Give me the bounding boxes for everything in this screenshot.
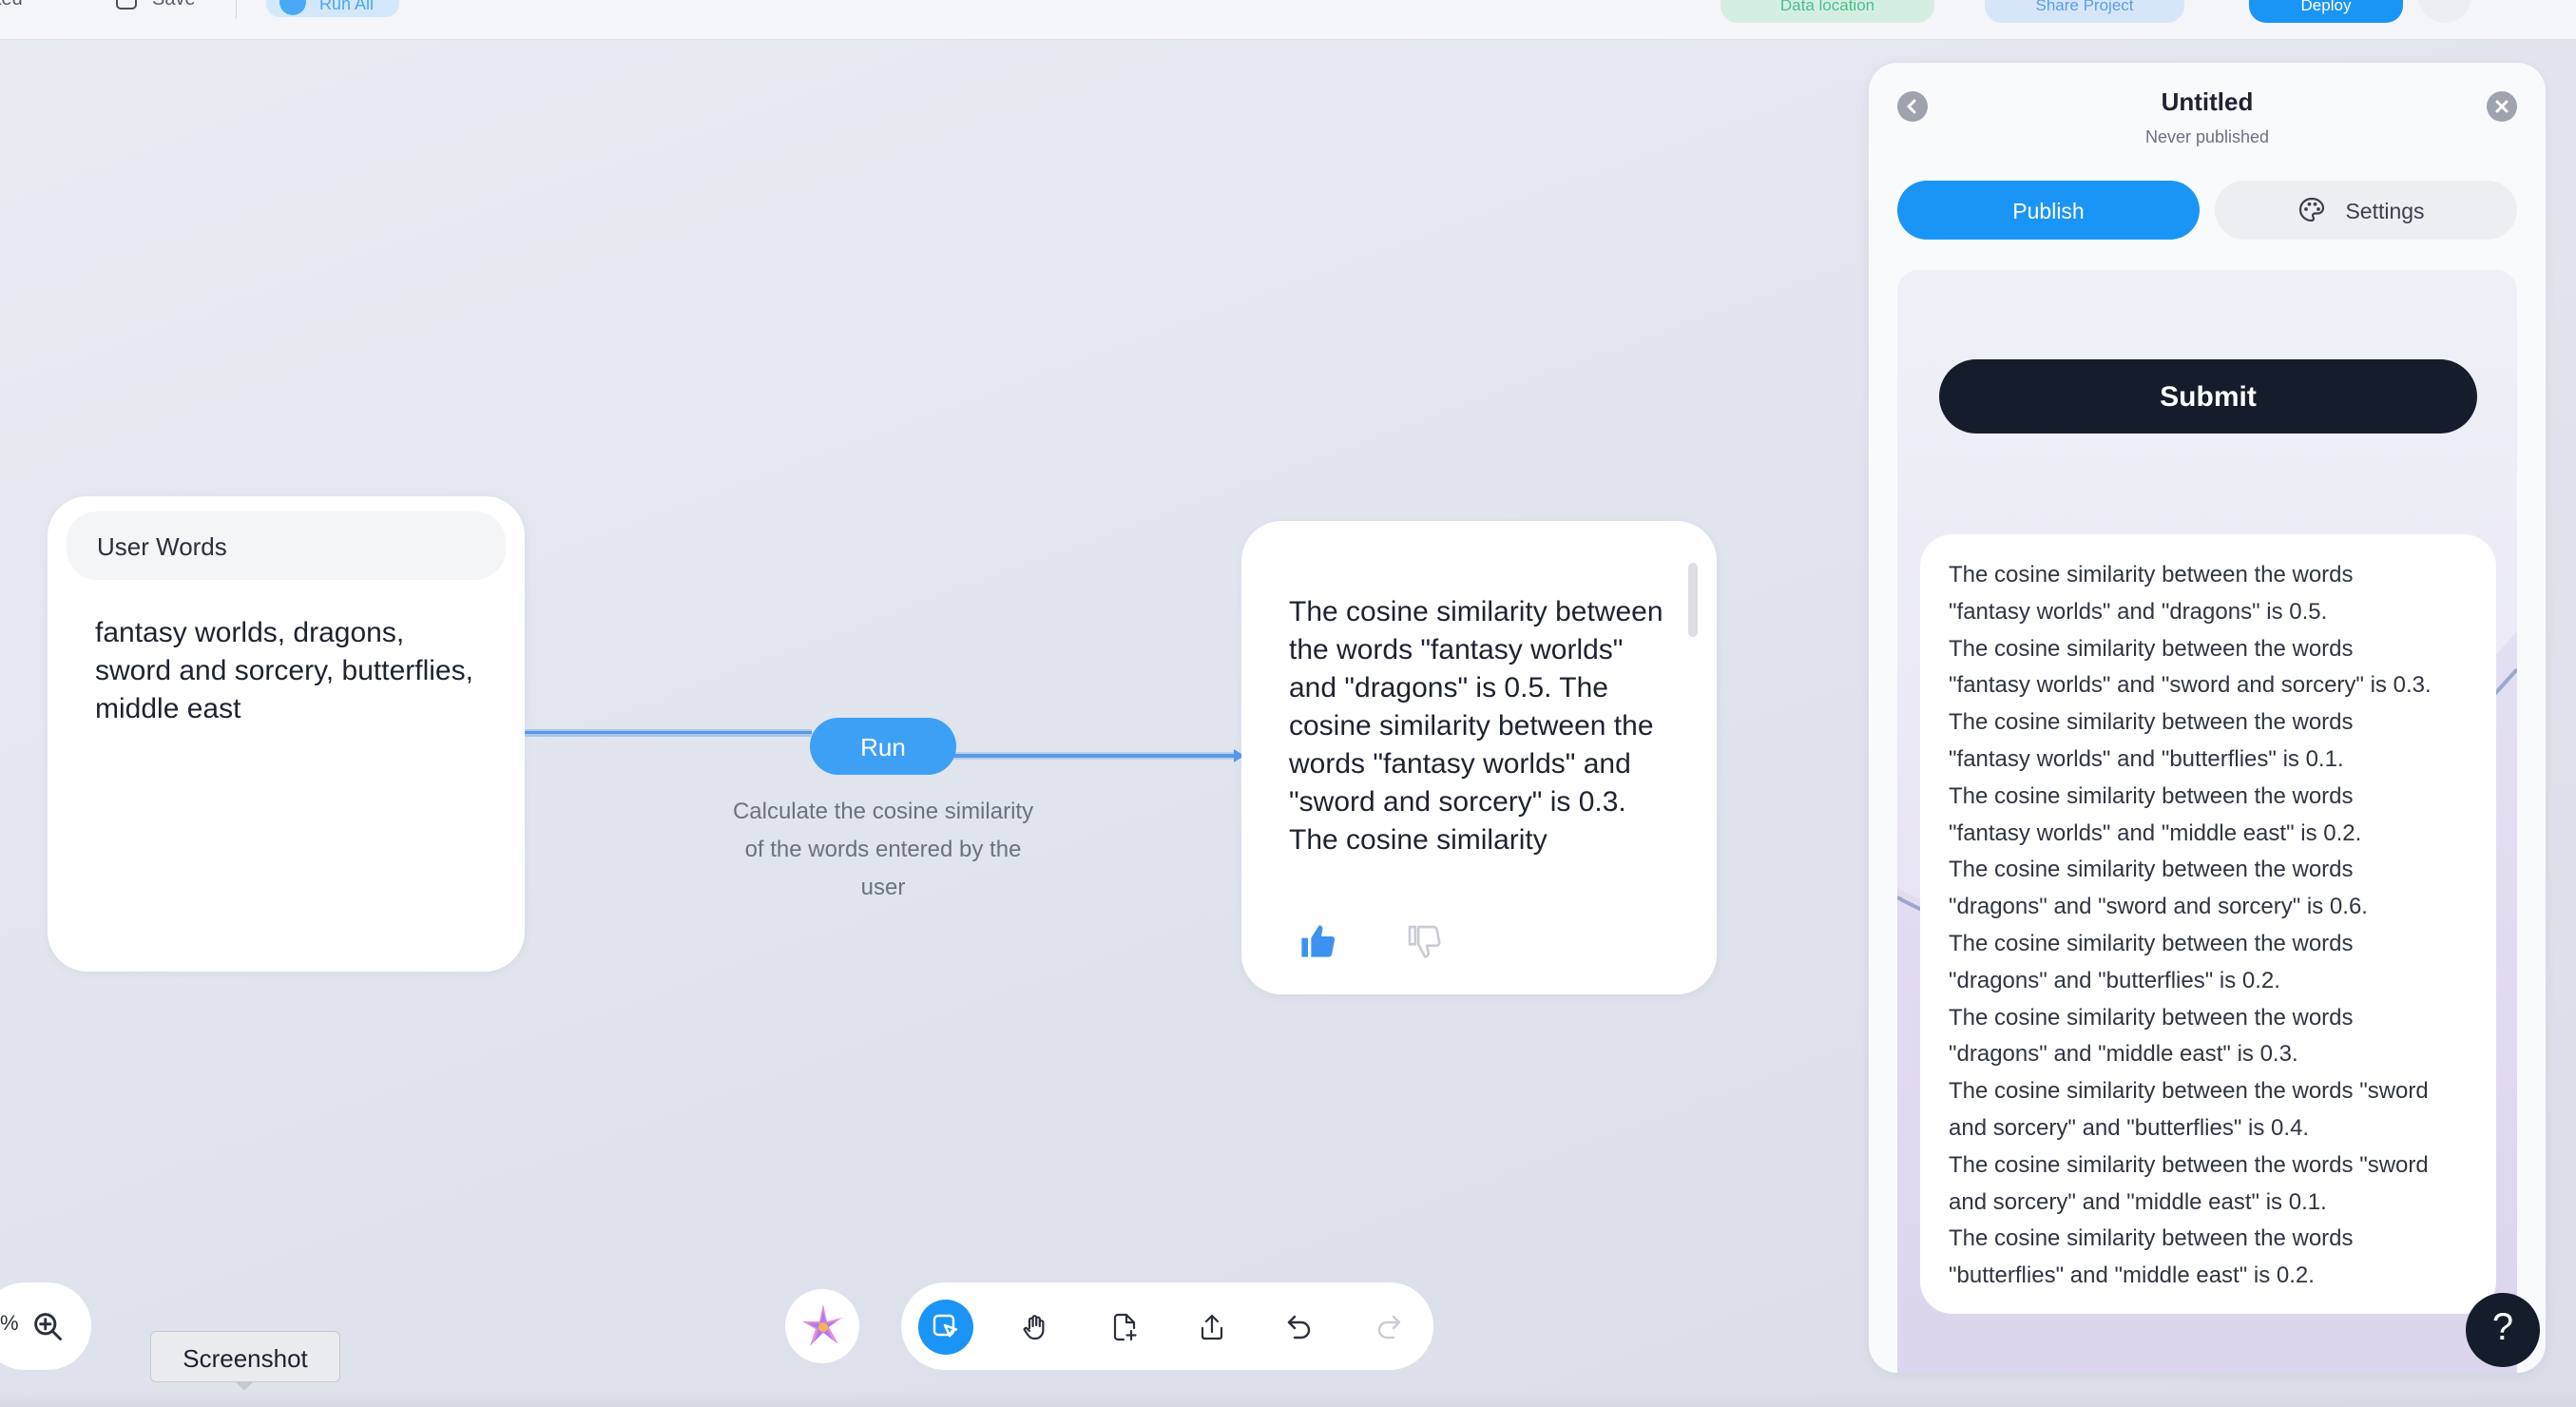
help-button[interactable]: ? [2466, 1293, 2540, 1367]
export-button[interactable] [1184, 1300, 1240, 1355]
deploy-button[interactable]: Deploy [2249, 0, 2403, 23]
result-line: The cosine similarity between the words [1949, 635, 2354, 662]
zoom-control: % [0, 1282, 91, 1370]
result-line: "fantasy worlds" and "middle east" is 0.… [1949, 819, 2362, 846]
result-line: "fantasy worlds" and "dragons" is 0.5. [1949, 598, 2328, 625]
result-line: "dragons" and "butterflies" is 0.2. [1949, 967, 2280, 993]
run-all-label: Run All [319, 0, 375, 13]
run-button[interactable]: Run [810, 718, 956, 775]
pan-tool-button[interactable] [1008, 1300, 1063, 1355]
hand-icon [1023, 1315, 1045, 1340]
screenshot-tooltip: Screenshot [150, 1331, 340, 1382]
share-project-button[interactable]: Share Project [1985, 0, 2184, 23]
top-toolbar: ted Save Run All Data location Share Pro… [0, 0, 2576, 40]
save-button-label[interactable]: Save [152, 0, 196, 10]
thumbs-down-icon[interactable] [1405, 922, 1443, 960]
deploy-label: Deploy [2300, 0, 2352, 14]
result-line: The cosine similarity between the words … [1949, 1078, 2429, 1105]
sparkle-logo-icon [802, 1304, 842, 1346]
zoom-in-icon[interactable] [30, 1309, 65, 1343]
save-icon[interactable] [116, 0, 137, 10]
run-all-button[interactable]: Run All [266, 0, 399, 17]
input-node-value[interactable]: fantasy worlds, dragons, sword and sorce… [95, 614, 475, 728]
tab-publish[interactable]: Publish [1897, 181, 2200, 240]
avatar[interactable] [2418, 0, 2471, 23]
input-node-title: User Words [67, 511, 506, 580]
result-line: and sorcery" and "middle east" is 0.1. [1949, 1188, 2327, 1215]
window-bottom-edge [0, 1390, 2576, 1407]
canvas-toolbar [901, 1282, 1433, 1370]
result-line: "fantasy worlds" and "butterflies" is 0.… [1949, 745, 2344, 772]
result-line: The cosine similarity between the words [1949, 930, 2354, 956]
redo-button[interactable] [1361, 1300, 1416, 1355]
result-line: The cosine similarity between the words [1949, 782, 2354, 809]
close-button[interactable] [2487, 91, 2517, 122]
add-node-button[interactable] [1097, 1300, 1152, 1355]
edge-run-to-output [951, 754, 1238, 758]
file-plus-icon [1113, 1313, 1137, 1341]
result-line: The cosine similarity between the words [1949, 709, 2354, 736]
data-location-button[interactable]: Data location [1721, 0, 1934, 23]
result-line: "dragons" and "sword and sorcery" is 0.6… [1949, 894, 2368, 920]
close-icon [2495, 100, 2509, 113]
redo-icon [1377, 1315, 1401, 1340]
result-output: The cosine similarity between the words … [1920, 534, 2496, 1314]
submit-button[interactable]: Submit [1939, 359, 2477, 434]
tab-settings[interactable]: Settings [2215, 181, 2517, 240]
share-project-label: Share Project [2035, 0, 2134, 14]
result-line: and sorcery" and "butterflies" is 0.4. [1949, 1114, 2310, 1141]
tab-settings-label: Settings [2345, 199, 2425, 223]
result-line: The cosine similarity between the words [1949, 857, 2354, 883]
app-preview: Submit The cosine similarity between the… [1897, 270, 2517, 1373]
undo-icon [1287, 1315, 1311, 1340]
ai-assistant-button[interactable] [785, 1289, 859, 1363]
result-line: "dragons" and "middle east" is 0.3. [1949, 1041, 2298, 1068]
thumbs-up-icon[interactable] [1298, 922, 1336, 960]
data-location-label: Data location [1779, 0, 1875, 14]
toolbar-divider [236, 0, 237, 19]
output-scrollbar[interactable] [1688, 563, 1698, 637]
publish-panel: Untitled Never published Publish Setting… [1869, 63, 2546, 1373]
result-line: The cosine similarity between the words [1949, 1004, 2354, 1031]
zoom-level: % [0, 1311, 19, 1335]
palette-icon [2298, 197, 2325, 222]
panel-title: Untitled [2161, 87, 2254, 116]
play-icon [279, 0, 306, 15]
edge-input-to-run-core [525, 731, 812, 734]
cursor-select-icon [932, 1314, 958, 1338]
result-line: "butterflies" and "middle east" is 0.2. [1949, 1262, 2315, 1289]
share-upload-icon [1201, 1314, 1223, 1340]
undo-button[interactable] [1272, 1300, 1327, 1355]
result-line: "fantasy worlds" and "sword and sorcery"… [1949, 672, 2432, 699]
publish-status: Never published [2144, 127, 2270, 146]
input-node[interactable]: User Words fantasy worlds, dragons, swor… [48, 496, 525, 972]
output-node[interactable]: The cosine similarity between the words … [1241, 521, 1717, 994]
result-line: The cosine similarity between the words [1949, 562, 2354, 588]
result-line: The cosine similarity between the words … [1949, 1151, 2429, 1178]
project-name-fragment: ted [0, 0, 23, 10]
output-node-text: The cosine similarity between the words … [1289, 596, 1663, 856]
run-caption: Calculate the cosine similarity of the w… [732, 799, 1034, 900]
select-tool-button[interactable] [918, 1300, 973, 1355]
result-line: The cosine similarity between the words [1949, 1225, 2354, 1252]
